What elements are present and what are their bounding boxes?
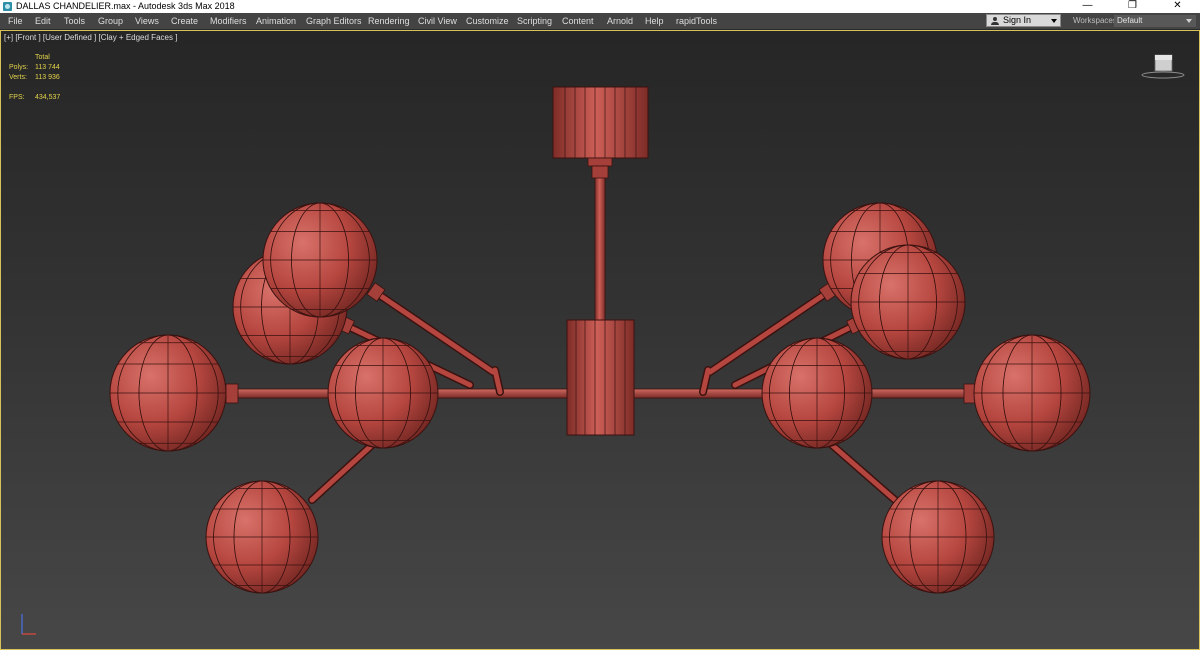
center-body bbox=[566, 319, 635, 436]
viewport-label[interactable]: [+] [Front ] [User Defined ] [Clay + Edg… bbox=[4, 33, 177, 42]
fps-label: FPS: bbox=[9, 94, 25, 101]
chandelier-model[interactable] bbox=[0, 0, 1200, 650]
verts-label: Verts: bbox=[9, 74, 27, 81]
viewcube[interactable] bbox=[1141, 54, 1185, 79]
glass-sphere bbox=[262, 202, 378, 318]
glass-sphere bbox=[109, 334, 227, 452]
sphere-cap bbox=[225, 383, 239, 404]
canopy-stem bbox=[594, 169, 606, 321]
glass-sphere bbox=[761, 337, 873, 449]
glass-sphere bbox=[881, 480, 995, 594]
polys-value: 113 744 bbox=[35, 64, 60, 71]
verts-value: 113 936 bbox=[35, 74, 60, 81]
glass-sphere bbox=[205, 480, 319, 594]
glass-sphere bbox=[327, 337, 439, 449]
glass-sphere bbox=[850, 244, 966, 360]
axis-tripod bbox=[21, 614, 36, 635]
polys-label: Polys: bbox=[9, 64, 29, 71]
glass-sphere bbox=[973, 334, 1091, 452]
canopy bbox=[552, 86, 649, 179]
fps-value: 434,537 bbox=[35, 94, 61, 101]
stats-overlay: Total Polys: 113 744 Verts: 113 936 FPS: 43… bbox=[9, 53, 95, 103]
stats-header: Total bbox=[35, 54, 50, 61]
